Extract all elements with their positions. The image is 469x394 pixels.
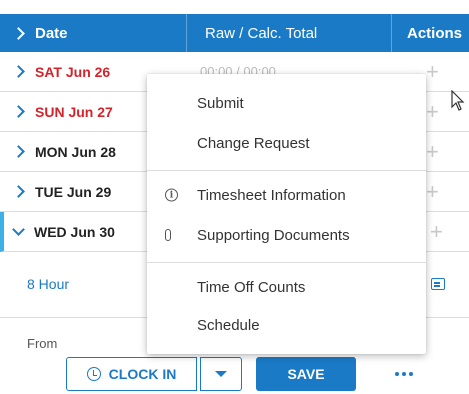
actions-column-header: Actions [391, 14, 469, 52]
menu-item-change-request[interactable]: Change Request [147, 124, 426, 162]
timesheet-screen: Date Raw / Calc. Total Actions SAT Jun 2… [0, 0, 469, 394]
chevron-right-icon [12, 26, 25, 40]
row-date-label: WED Jun 30 [34, 223, 115, 240]
mouse-cursor-icon [451, 90, 465, 111]
row-date[interactable]: WED Jun 30 [12, 223, 115, 240]
chevron-down-icon [12, 223, 25, 236]
bottom-toolbar: CLOCK IN SAVE [0, 353, 469, 394]
menu-item-label: Timesheet Information [197, 186, 346, 204]
clock-in-label: CLOCK IN [108, 366, 177, 382]
row-date-label: SUN Jun 27 [35, 103, 113, 120]
date-header-label: Date [35, 24, 68, 42]
total-column-header: Raw / Calc. Total [186, 14, 390, 52]
add-icon[interactable]: + [426, 140, 439, 163]
actions-menu: Submit Change Request i Timesheet Inform… [147, 74, 426, 354]
row-date-label: MON Jun 28 [35, 143, 116, 160]
add-icon[interactable]: + [430, 220, 443, 243]
menu-item-time-off-counts[interactable]: Time Off Counts [147, 268, 426, 306]
menu-divider [147, 262, 426, 263]
menu-item-label: Submit [197, 94, 244, 112]
ellipsis-dot [409, 372, 413, 376]
add-icon[interactable]: + [426, 60, 439, 83]
menu-item-label: Change Request [197, 134, 310, 152]
from-label: From [27, 336, 58, 351]
row-date[interactable]: TUE Jun 29 [12, 183, 112, 200]
hour-type-label[interactable]: 8 Hour [27, 276, 69, 292]
clock-in-dropdown-button[interactable] [200, 357, 242, 391]
chevron-right-icon [12, 185, 25, 198]
add-icon[interactable]: + [426, 100, 439, 123]
row-date[interactable]: SUN Jun 27 [12, 103, 113, 120]
menu-divider [147, 170, 426, 171]
menu-item-label: Time Off Counts [197, 278, 306, 296]
save-button[interactable]: SAVE [256, 357, 356, 391]
actions-header-label: Actions [407, 24, 463, 42]
menu-item-label: Supporting Documents [197, 226, 350, 244]
row-date[interactable]: SAT Jun 26 [12, 63, 111, 80]
menu-item-schedule[interactable]: Schedule [147, 306, 426, 344]
date-column-header[interactable]: Date [0, 14, 185, 52]
more-options-button[interactable] [384, 357, 424, 391]
ellipsis-dot [402, 372, 406, 376]
caret-down-icon [215, 371, 227, 377]
menu-item-timesheet-information[interactable]: i Timesheet Information [147, 176, 426, 214]
row-date-label: SAT Jun 26 [35, 63, 111, 80]
row-date[interactable]: MON Jun 28 [12, 143, 116, 160]
row-date-label: TUE Jun 29 [35, 183, 112, 200]
add-icon[interactable]: + [426, 180, 439, 203]
paperclip-icon [165, 229, 171, 241]
menu-item-supporting-documents[interactable]: Supporting Documents [147, 216, 426, 254]
info-icon: i [165, 188, 178, 202]
total-header-label: Raw / Calc. Total [205, 24, 318, 42]
chevron-right-icon [12, 105, 25, 118]
comment-icon[interactable] [431, 278, 445, 290]
chevron-right-icon [12, 145, 25, 158]
ellipsis-icon [395, 372, 399, 376]
chevron-right-icon [12, 65, 25, 78]
table-header: Date Raw / Calc. Total Actions [0, 14, 469, 52]
menu-item-label: Schedule [197, 316, 260, 334]
clock-in-icon [86, 367, 101, 381]
clock-in-button[interactable]: CLOCK IN [66, 357, 197, 391]
menu-item-submit[interactable]: Submit [147, 84, 426, 122]
